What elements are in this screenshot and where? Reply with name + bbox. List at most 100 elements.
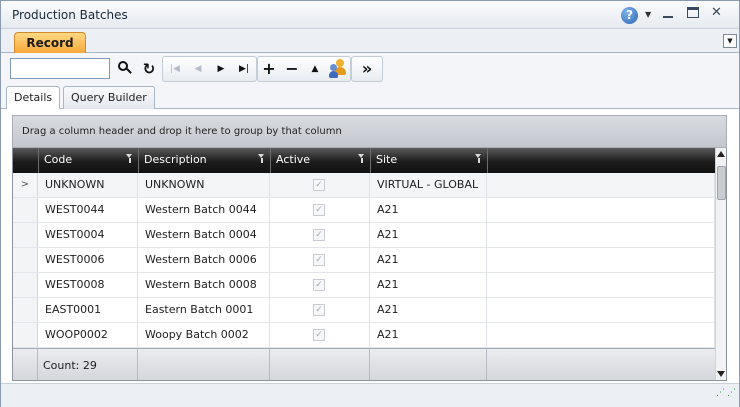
- tab-details[interactable]: Details: [6, 86, 61, 110]
- column-header-active[interactable]: Active: [270, 148, 370, 173]
- resize-grip-icon[interactable]: ⋰⋰: [716, 389, 736, 404]
- cell-active[interactable]: ✓: [270, 248, 370, 272]
- row-indicator[interactable]: [13, 223, 38, 247]
- more-actions-button[interactable]: »: [356, 58, 378, 80]
- remove-record-button[interactable]: −: [281, 58, 303, 80]
- row-indicator[interactable]: [13, 298, 38, 322]
- table-row[interactable]: EAST0001 Eastern Batch 0001 ✓ A21: [13, 298, 715, 323]
- row-indicator[interactable]: [13, 248, 38, 272]
- active-checkbox[interactable]: ✓: [313, 204, 325, 216]
- cell-filler: [487, 198, 715, 222]
- row-indicator[interactable]: [13, 273, 38, 297]
- production-batches-window: Production Batches ? ▼ ✕ Record ▼ ↻ |◀ ◀…: [0, 0, 740, 407]
- last-record-button[interactable]: ▶|: [233, 58, 255, 80]
- grid-footer: Count: 29: [13, 348, 715, 380]
- cell-description[interactable]: Woopy Batch 0002: [138, 323, 270, 347]
- cell-filler: [487, 223, 715, 247]
- row-indicator[interactable]: [13, 323, 38, 347]
- cell-active[interactable]: ✓: [270, 273, 370, 297]
- column-header-label: Description: [144, 153, 207, 166]
- sub-tab-strip: Details Query Builder: [1, 85, 739, 110]
- active-checkbox[interactable]: ✓: [313, 329, 325, 341]
- filter-icon[interactable]: [126, 154, 133, 163]
- filter-icon[interactable]: [358, 154, 365, 163]
- column-header-code[interactable]: Code: [38, 148, 138, 173]
- close-button[interactable]: ✕: [711, 5, 722, 20]
- table-row[interactable]: WEST0008 Western Batch 0008 ✓ A21: [13, 273, 715, 298]
- active-checkbox[interactable]: ✓: [313, 229, 325, 241]
- move-up-button[interactable]: ▲: [304, 58, 326, 80]
- cell-site[interactable]: A21: [370, 298, 487, 322]
- minimize-button[interactable]: [661, 7, 675, 21]
- users-icon[interactable]: [329, 59, 348, 79]
- tab-query-builder[interactable]: Query Builder: [63, 86, 155, 109]
- row-indicator[interactable]: [13, 198, 38, 222]
- group-by-panel[interactable]: Drag a column header and drop it here to…: [12, 115, 727, 148]
- active-checkbox[interactable]: ✓: [313, 304, 325, 316]
- cell-description[interactable]: Western Batch 0044: [138, 198, 270, 222]
- previous-record-button[interactable]: ◀: [187, 58, 209, 80]
- cell-active[interactable]: ✓: [270, 323, 370, 347]
- help-menu-chevron-icon[interactable]: ▼: [645, 10, 651, 19]
- cell-site[interactable]: A21: [370, 198, 487, 222]
- table-row[interactable]: WEST0006 Western Batch 0006 ✓ A21: [13, 248, 715, 273]
- table-row[interactable]: > UNKNOWN UNKNOWN ✓ VIRTUAL - GLOBAL: [13, 173, 715, 198]
- row-indicator-header: [13, 148, 38, 173]
- cell-code[interactable]: EAST0001: [38, 298, 138, 322]
- cell-code[interactable]: WEST0004: [38, 223, 138, 247]
- row-indicator[interactable]: >: [13, 173, 38, 197]
- cell-site[interactable]: A21: [370, 323, 487, 347]
- next-record-button[interactable]: ▶: [210, 58, 232, 80]
- window-title: Production Batches: [12, 8, 128, 22]
- cell-description[interactable]: Western Batch 0008: [138, 273, 270, 297]
- cell-code[interactable]: WEST0006: [38, 248, 138, 272]
- cell-code[interactable]: WOOP0002: [38, 323, 138, 347]
- cell-site[interactable]: VIRTUAL - GLOBAL: [370, 173, 487, 197]
- cell-active[interactable]: ✓: [270, 298, 370, 322]
- footer-cell: [138, 349, 270, 380]
- column-header-description[interactable]: Description: [138, 148, 270, 173]
- scroll-down-icon[interactable]: [717, 371, 725, 377]
- cell-code[interactable]: WEST0044: [38, 198, 138, 222]
- first-record-button[interactable]: |◀: [164, 58, 186, 80]
- cell-active[interactable]: ✓: [270, 223, 370, 247]
- cell-active[interactable]: ✓: [270, 173, 370, 197]
- cell-site[interactable]: A21: [370, 273, 487, 297]
- search-icon[interactable]: [114, 58, 136, 80]
- tab-record[interactable]: Record: [14, 32, 86, 53]
- column-header-label: Active: [276, 153, 311, 166]
- active-checkbox[interactable]: ✓: [313, 279, 325, 291]
- cell-description[interactable]: Western Batch 0006: [138, 248, 270, 272]
- scroll-thumb[interactable]: [717, 166, 726, 200]
- tab-strip-dropdown-icon[interactable]: ▼: [723, 34, 737, 48]
- record-count: Count: 29: [43, 359, 97, 372]
- column-header-site[interactable]: Site: [370, 148, 487, 173]
- search-input[interactable]: [10, 58, 110, 79]
- vertical-scrollbar[interactable]: [715, 148, 726, 380]
- filter-icon[interactable]: [258, 154, 265, 163]
- cell-filler: [487, 323, 715, 347]
- cell-description[interactable]: Eastern Batch 0001: [138, 298, 270, 322]
- cell-code[interactable]: UNKNOWN: [38, 173, 138, 197]
- cell-description[interactable]: Western Batch 0004: [138, 223, 270, 247]
- cell-site[interactable]: A21: [370, 223, 487, 247]
- maximize-button[interactable]: [687, 7, 699, 18]
- column-header-label: Code: [44, 153, 73, 166]
- help-icon[interactable]: ?: [621, 7, 638, 24]
- cell-filler: [487, 273, 715, 297]
- table-row[interactable]: WEST0044 Western Batch 0044 ✓ A21: [13, 198, 715, 223]
- filter-icon[interactable]: [475, 154, 482, 163]
- cell-active[interactable]: ✓: [270, 198, 370, 222]
- column-header-filler: [487, 148, 715, 173]
- cell-description[interactable]: UNKNOWN: [138, 173, 270, 197]
- toolbar: ↻ |◀ ◀ ▶ ▶| + − ▲ »: [1, 53, 739, 85]
- cell-code[interactable]: WEST0008: [38, 273, 138, 297]
- active-checkbox[interactable]: ✓: [313, 254, 325, 266]
- refresh-icon[interactable]: ↻: [138, 58, 160, 80]
- table-row[interactable]: WEST0004 Western Batch 0004 ✓ A21: [13, 223, 715, 248]
- table-row[interactable]: WOOP0002 Woopy Batch 0002 ✓ A21: [13, 323, 715, 348]
- active-checkbox[interactable]: ✓: [313, 179, 325, 191]
- cell-site[interactable]: A21: [370, 248, 487, 272]
- add-record-button[interactable]: +: [258, 58, 280, 80]
- scroll-up-icon[interactable]: [717, 151, 725, 157]
